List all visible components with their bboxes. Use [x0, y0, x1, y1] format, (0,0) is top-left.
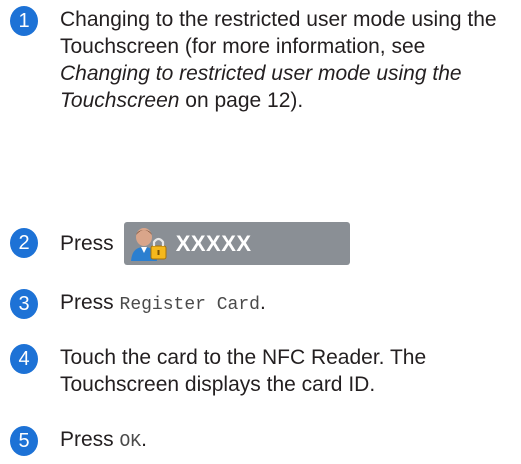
- step-text-part: Changing to the restricted user mode usi…: [60, 8, 497, 58]
- step-number: 1: [10, 6, 38, 36]
- user-account-button[interactable]: XXXXX: [123, 222, 350, 265]
- step-number: 3: [10, 289, 38, 319]
- step-text-part: Press: [60, 428, 114, 451]
- step-text: Press Register Card.: [60, 289, 515, 319]
- button-label: XXXXX: [175, 231, 252, 256]
- step-text-part: Press: [60, 291, 114, 314]
- step-text: Press XXXXX: [60, 222, 515, 265]
- step-text: Press OK.: [60, 426, 515, 456]
- step-text: Changing to the restricted user mode usi…: [60, 6, 515, 114]
- step-number: 4: [10, 344, 38, 374]
- step-text-part: on page 12).: [179, 89, 304, 112]
- ok-button[interactable]: OK: [120, 432, 142, 452]
- step-text-part: .: [141, 428, 147, 451]
- step-text-part: .: [259, 291, 266, 314]
- step-text-part: Press: [60, 232, 114, 255]
- step-number: 2: [10, 228, 38, 258]
- register-card-option[interactable]: Register Card: [120, 295, 260, 315]
- user-lock-icon: [130, 227, 167, 261]
- step-number: 5: [10, 426, 38, 456]
- step-text: Touch the card to the NFC Reader. The To…: [60, 346, 427, 396]
